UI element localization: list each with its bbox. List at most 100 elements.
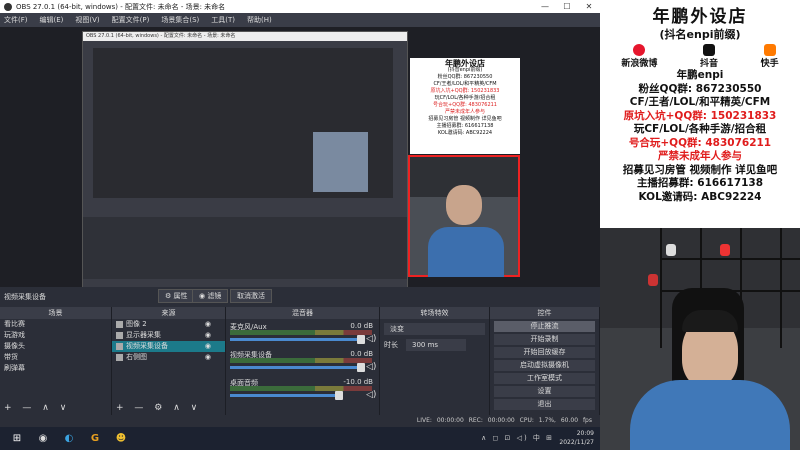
speaker-icon[interactable]: ◁): [366, 390, 376, 400]
volume-slider[interactable]: [230, 363, 365, 372]
obs-icon[interactable]: ◉: [34, 432, 52, 446]
cpu-status: CPU: 1.7%, 60.00 fps: [519, 417, 592, 424]
nested-docks: [83, 217, 407, 279]
close-button[interactable]: ✕: [578, 0, 600, 13]
duration-input[interactable]: 300 ms: [406, 339, 466, 351]
sources-toolbar[interactable]: + — ⚙ ∧ ∨: [112, 401, 225, 415]
properties-button[interactable]: ⚙ 属性: [158, 289, 195, 303]
visibility-eye-icon[interactable]: ◉: [205, 341, 211, 352]
volume-meter: [230, 386, 372, 391]
mixer-header: 混音器: [226, 307, 379, 319]
preview-poster-line: 原坑入坑+QQ群: 150231833: [430, 88, 500, 94]
windows-icon[interactable]: ⊞: [8, 432, 26, 446]
scenes-toolbar[interactable]: + — ∧ ∨: [0, 401, 111, 415]
filters-button[interactable]: ◉ 滤镜: [192, 289, 229, 303]
preview-poster: 年鹏外设店 (抖音enpi前缀) 粉丝QQ群: 867230550 CF/王者/…: [410, 58, 520, 154]
app-icon[interactable]: ☻: [112, 432, 130, 446]
duration-row: 时长 300 ms: [384, 339, 485, 351]
poster-title: 年鹏外设店: [652, 7, 748, 27]
source-item[interactable]: 视频采集设备 ◉: [112, 341, 225, 352]
slider-knob[interactable]: [357, 363, 365, 372]
rec-status: REC: 00:00:00: [468, 417, 515, 424]
minimize-button[interactable]: —: [534, 0, 556, 13]
poster-line: CF/王者/LOL/和平精英/CFM: [629, 96, 771, 108]
deactivate-button[interactable]: 取消激活: [230, 289, 272, 303]
kuaishou: 快手: [761, 44, 779, 69]
menu-tools[interactable]: 工具(T): [211, 15, 235, 25]
preview-poster-line: 号合玩+QQ群: 483076211: [433, 102, 497, 108]
menu-edit[interactable]: 编辑(E): [40, 15, 64, 25]
scene-item[interactable]: 带货: [0, 352, 111, 363]
properties-label: 属性: [173, 292, 188, 300]
clock-date: 2022/11/27: [559, 439, 594, 446]
poster-line: 严禁未成年人参与: [658, 150, 742, 162]
scene-item[interactable]: 刷弹幕: [0, 363, 111, 374]
menu-scene-collection[interactable]: 场景集合(S): [161, 15, 199, 25]
visibility-eye-icon[interactable]: ◉: [205, 352, 211, 363]
speaker-icon[interactable]: ◁): [366, 334, 376, 344]
source-name: 图像 2: [126, 320, 147, 328]
poster-line: 粉丝QQ群: 867230550: [638, 82, 762, 95]
source-item[interactable]: 显示器采集 ◉: [112, 330, 225, 341]
scene-item[interactable]: 看比赛: [0, 319, 111, 330]
tray-icons[interactable]: ∧ ◻ ⊡ ◁) 中 ⊞: [481, 433, 554, 443]
image-icon: [116, 321, 123, 328]
scene-item[interactable]: 摄像头: [0, 341, 111, 352]
source-item[interactable]: 右侧图 ◉: [112, 352, 225, 363]
menu-view[interactable]: 视图(V): [75, 15, 99, 25]
poster-line: 主播招募群: 616617138: [636, 177, 764, 189]
preview-canvas[interactable]: OBS 27.0.1 (64-bit, windows) - 配置文件: 未命名…: [0, 27, 600, 307]
menu-profile[interactable]: 配置文件(P): [112, 15, 150, 25]
virtual-camera-button[interactable]: 启动虚拟摄像机: [494, 360, 595, 371]
obs-window: OBS 27.0.1 (64-bit, windows) - 配置文件: 未命名…: [0, 0, 600, 450]
slider-knob[interactable]: [335, 391, 343, 400]
stop-streaming-button[interactable]: 停止推流: [494, 321, 595, 332]
window-controls: — ☐ ✕: [534, 0, 600, 13]
selected-source-bar: 视频采集设备: [0, 287, 600, 307]
settings-button[interactable]: 设置: [494, 386, 595, 397]
channel-db: -10.0 dB: [343, 378, 373, 386]
obs-logo-icon: [4, 2, 12, 11]
speaker-icon[interactable]: ◁): [366, 362, 376, 372]
monitor-icon: [116, 332, 123, 339]
scenes-dock: 场景 看比赛 玩游戏 摄像头 带货 刷弹幕 + — ∧ ∨: [0, 307, 112, 415]
source-name: 显示器采集: [126, 331, 161, 339]
poster-line: 号合玩+QQ群: 483076211: [628, 136, 772, 149]
g-icon[interactable]: G: [86, 432, 104, 446]
transition-select[interactable]: 淡变: [384, 323, 485, 335]
volume-slider[interactable]: [230, 391, 343, 400]
selected-webcam-source[interactable]: [408, 155, 520, 277]
webcam-person-body: [428, 227, 504, 277]
exit-button[interactable]: 退出: [494, 399, 595, 410]
douyin-label: 抖音: [699, 59, 718, 69]
start-recording-button[interactable]: 开始录制: [494, 334, 595, 345]
slider-knob[interactable]: [357, 335, 365, 344]
poster-line: 招募见习房管 视频制作 详见鱼吧: [622, 163, 778, 176]
visibility-eye-icon[interactable]: ◉: [205, 319, 211, 330]
window-title: OBS 27.0.1 (64-bit, windows) - 配置文件: 未命名…: [16, 2, 226, 11]
webcam-feed: [600, 228, 800, 450]
douyin: 抖音: [700, 44, 718, 69]
edge-icon[interactable]: ◐: [60, 432, 78, 446]
menu-file[interactable]: 文件(F): [4, 15, 28, 25]
replay-buffer-button[interactable]: 开始回放缓存: [494, 347, 595, 358]
maximize-button[interactable]: ☐: [556, 0, 578, 13]
poster-handle: 年鹏enpi: [676, 69, 724, 81]
menu-help[interactable]: 帮助(H): [247, 15, 272, 25]
volume-slider[interactable]: [230, 335, 365, 344]
scene-item[interactable]: 玩游戏: [0, 330, 111, 341]
volume-meter: [230, 330, 372, 335]
webcam-person-head: [446, 185, 482, 225]
source-item[interactable]: 图像 2 ◉: [112, 319, 225, 330]
mixer-channel: 视频采集设备 0.0 dB ◁): [226, 347, 379, 375]
tray-clock[interactable]: 20:09 2022/11/27: [559, 429, 594, 447]
sources-header: 来源: [112, 307, 225, 319]
preview-poster-line: 粉丝QQ群: 867230550: [437, 74, 493, 80]
visibility-eye-icon[interactable]: ◉: [205, 330, 211, 341]
studio-mode-button[interactable]: 工作室模式: [494, 373, 595, 384]
clock-time: 20:09: [576, 430, 594, 437]
preview-poster-line: KOL邀请码: ABC92224: [437, 130, 493, 136]
person-body: [630, 380, 790, 450]
shelf-figure: [720, 244, 730, 256]
nested-webcam: [313, 132, 368, 192]
